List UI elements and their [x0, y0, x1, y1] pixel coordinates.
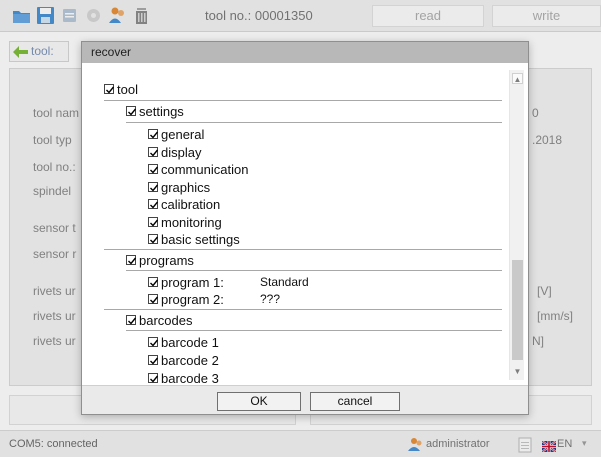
divider: [104, 309, 502, 310]
tree-label: program 1:: [161, 275, 224, 290]
tree-label: monitoring: [161, 215, 222, 230]
checkbox[interactable]: [148, 199, 159, 209]
checkbox[interactable]: [148, 129, 159, 139]
divider: [126, 330, 502, 331]
ok-button[interactable]: OK: [217, 392, 301, 411]
tree-label: program 2:: [161, 292, 224, 307]
tree-label: general: [161, 127, 205, 142]
checkbox[interactable]: [148, 147, 159, 157]
tree-label: settings: [139, 104, 184, 119]
program-name: Standard: [260, 275, 309, 289]
dialog-button-bar: OK cancel: [82, 385, 528, 414]
checkbox[interactable]: [148, 182, 159, 192]
scroll-thumb[interactable]: [512, 260, 523, 360]
tree-label: programs: [139, 253, 194, 268]
tree-label: graphics: [161, 180, 211, 195]
checkbox[interactable]: [148, 277, 159, 287]
divider: [126, 270, 502, 271]
tree-label: basic settings: [161, 232, 240, 247]
dialog-title: recover: [91, 45, 132, 59]
checkbox[interactable]: [126, 106, 137, 116]
scroll-down-icon[interactable]: ▼: [512, 366, 523, 377]
tree-label: tool: [117, 82, 138, 97]
divider: [126, 122, 502, 123]
tree-label: barcode 2: [161, 353, 219, 368]
program-name: ???: [260, 292, 281, 306]
checkbox[interactable]: [148, 164, 159, 174]
tree-label: calibration: [161, 197, 221, 212]
dialog-title-bar: recover: [82, 42, 528, 63]
vertical-scrollbar[interactable]: ▲ ▼: [509, 70, 524, 380]
recover-tree: tool settings general display communicat…: [82, 63, 528, 385]
recover-dialog: recover tool settings general display co…: [81, 41, 529, 415]
tree-label: communication: [161, 162, 249, 177]
scroll-up-icon[interactable]: ▲: [512, 73, 523, 84]
divider: [104, 249, 502, 250]
checkbox[interactable]: [148, 217, 159, 227]
tree-label: display: [161, 145, 202, 160]
divider: [104, 100, 502, 101]
tree-label: barcodes: [139, 313, 193, 328]
checkbox[interactable]: [104, 84, 115, 94]
checkbox[interactable]: [148, 373, 159, 383]
checkbox[interactable]: [126, 315, 137, 325]
checkbox[interactable]: [148, 234, 159, 244]
checkbox[interactable]: [148, 355, 159, 365]
checkbox[interactable]: [148, 337, 159, 347]
cancel-button[interactable]: cancel: [310, 392, 400, 411]
checkbox[interactable]: [148, 294, 159, 304]
tree-label: barcode 1: [161, 335, 219, 350]
tree-label: barcode 3: [161, 371, 219, 385]
checkbox[interactable]: [126, 255, 137, 265]
